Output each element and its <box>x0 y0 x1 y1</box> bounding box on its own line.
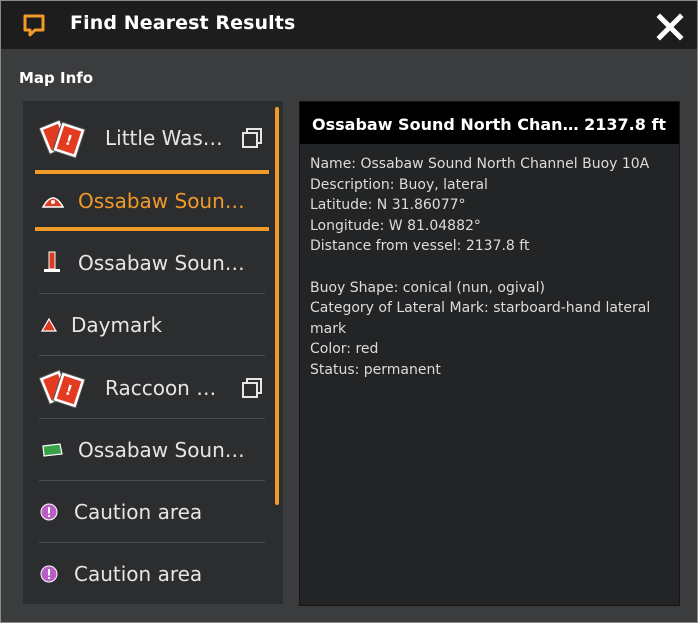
detail-line-description: Description: Buoy, lateral <box>310 176 488 193</box>
buoy-red-icon <box>41 197 65 208</box>
detail-body: Name: Ossabaw Sound North Channel Buoy 1… <box>310 154 672 381</box>
divider <box>39 355 265 356</box>
results-list[interactable]: ! Little Was… Ossabaw Soun… Ossabaw Soun… <box>23 101 283 604</box>
list-item-label: Little Was… <box>105 126 223 150</box>
detail-panel: Ossabaw Sound North Chan… 2137.8 ft Name… <box>299 101 680 606</box>
detail-line-longitude: Longitude: W 81.04882° <box>310 217 481 234</box>
list-item-label: Ossabaw Soun… <box>78 251 245 275</box>
list-item-label: Caution area <box>74 500 203 524</box>
list-item[interactable]: Caution area <box>39 481 265 543</box>
detail-line-blank <box>310 257 672 278</box>
list-item-label: Ossabaw Soun… <box>78 438 245 462</box>
red-marker-post-icon <box>44 251 60 272</box>
list-item-label: Raccoon … <box>105 376 217 400</box>
list-item-selected[interactable]: Ossabaw Soun… <box>39 170 265 232</box>
close-icon[interactable] <box>655 13 685 41</box>
copy-icon[interactable] <box>241 127 263 149</box>
selection-bottom-line <box>35 227 269 231</box>
list-item[interactable]: Caution area <box>39 543 265 604</box>
detail-line-distance: Distance from vessel: 2137.8 ft <box>310 238 530 255</box>
list-item[interactable]: ! Raccoon … <box>39 357 265 419</box>
list-scrollbar[interactable] <box>275 107 279 505</box>
copy-icon[interactable] <box>241 377 263 399</box>
title-bar: Find Nearest Results <box>1 1 697 49</box>
detail-line-buoy-shape: Buoy Shape: conical (nun, ogival) <box>310 279 545 296</box>
detail-header: Ossabaw Sound North Chan… 2137.8 ft <box>300 102 679 144</box>
hazard-cards-icon: ! <box>39 369 86 409</box>
detail-line-latitude: Latitude: N 31.86077° <box>310 197 466 214</box>
selection-top-line <box>35 170 269 174</box>
detail-line-color: Color: red <box>310 341 379 358</box>
list-item[interactable]: Ossabaw Soun… <box>39 419 265 481</box>
red-triangle-icon <box>40 317 58 332</box>
list-item-label: Daymark <box>71 313 163 337</box>
caution-icon <box>40 503 58 521</box>
list-item[interactable]: Ossabaw Soun… <box>39 232 265 294</box>
detail-line-category: Category of Lateral Mark: starboard-hand… <box>310 300 651 317</box>
find-nearest-window: Find Nearest Results Map Info ! Little W… <box>0 0 698 623</box>
buoy-green-icon <box>42 443 63 457</box>
hazard-cards-icon: ! <box>39 119 86 159</box>
list-item[interactable]: Daymark <box>39 294 265 356</box>
detail-line-name: Name: Ossabaw Sound North Channel Buoy 1… <box>310 156 650 172</box>
window-title: Find Nearest Results <box>70 12 296 34</box>
list-item[interactable]: ! Little Was… <box>39 107 265 169</box>
detail-line-status: Status: permanent <box>310 361 441 378</box>
list-item-label: Caution area <box>74 562 203 586</box>
list-item-label: Ossabaw Soun… <box>78 189 245 213</box>
detail-line-category-cont: mark <box>310 320 347 337</box>
section-label: Map Info <box>19 69 94 87</box>
map-info-icon <box>23 14 45 37</box>
detail-title: Ossabaw Sound North Chan… 2137.8 ft <box>312 115 667 134</box>
caution-icon <box>40 565 58 583</box>
